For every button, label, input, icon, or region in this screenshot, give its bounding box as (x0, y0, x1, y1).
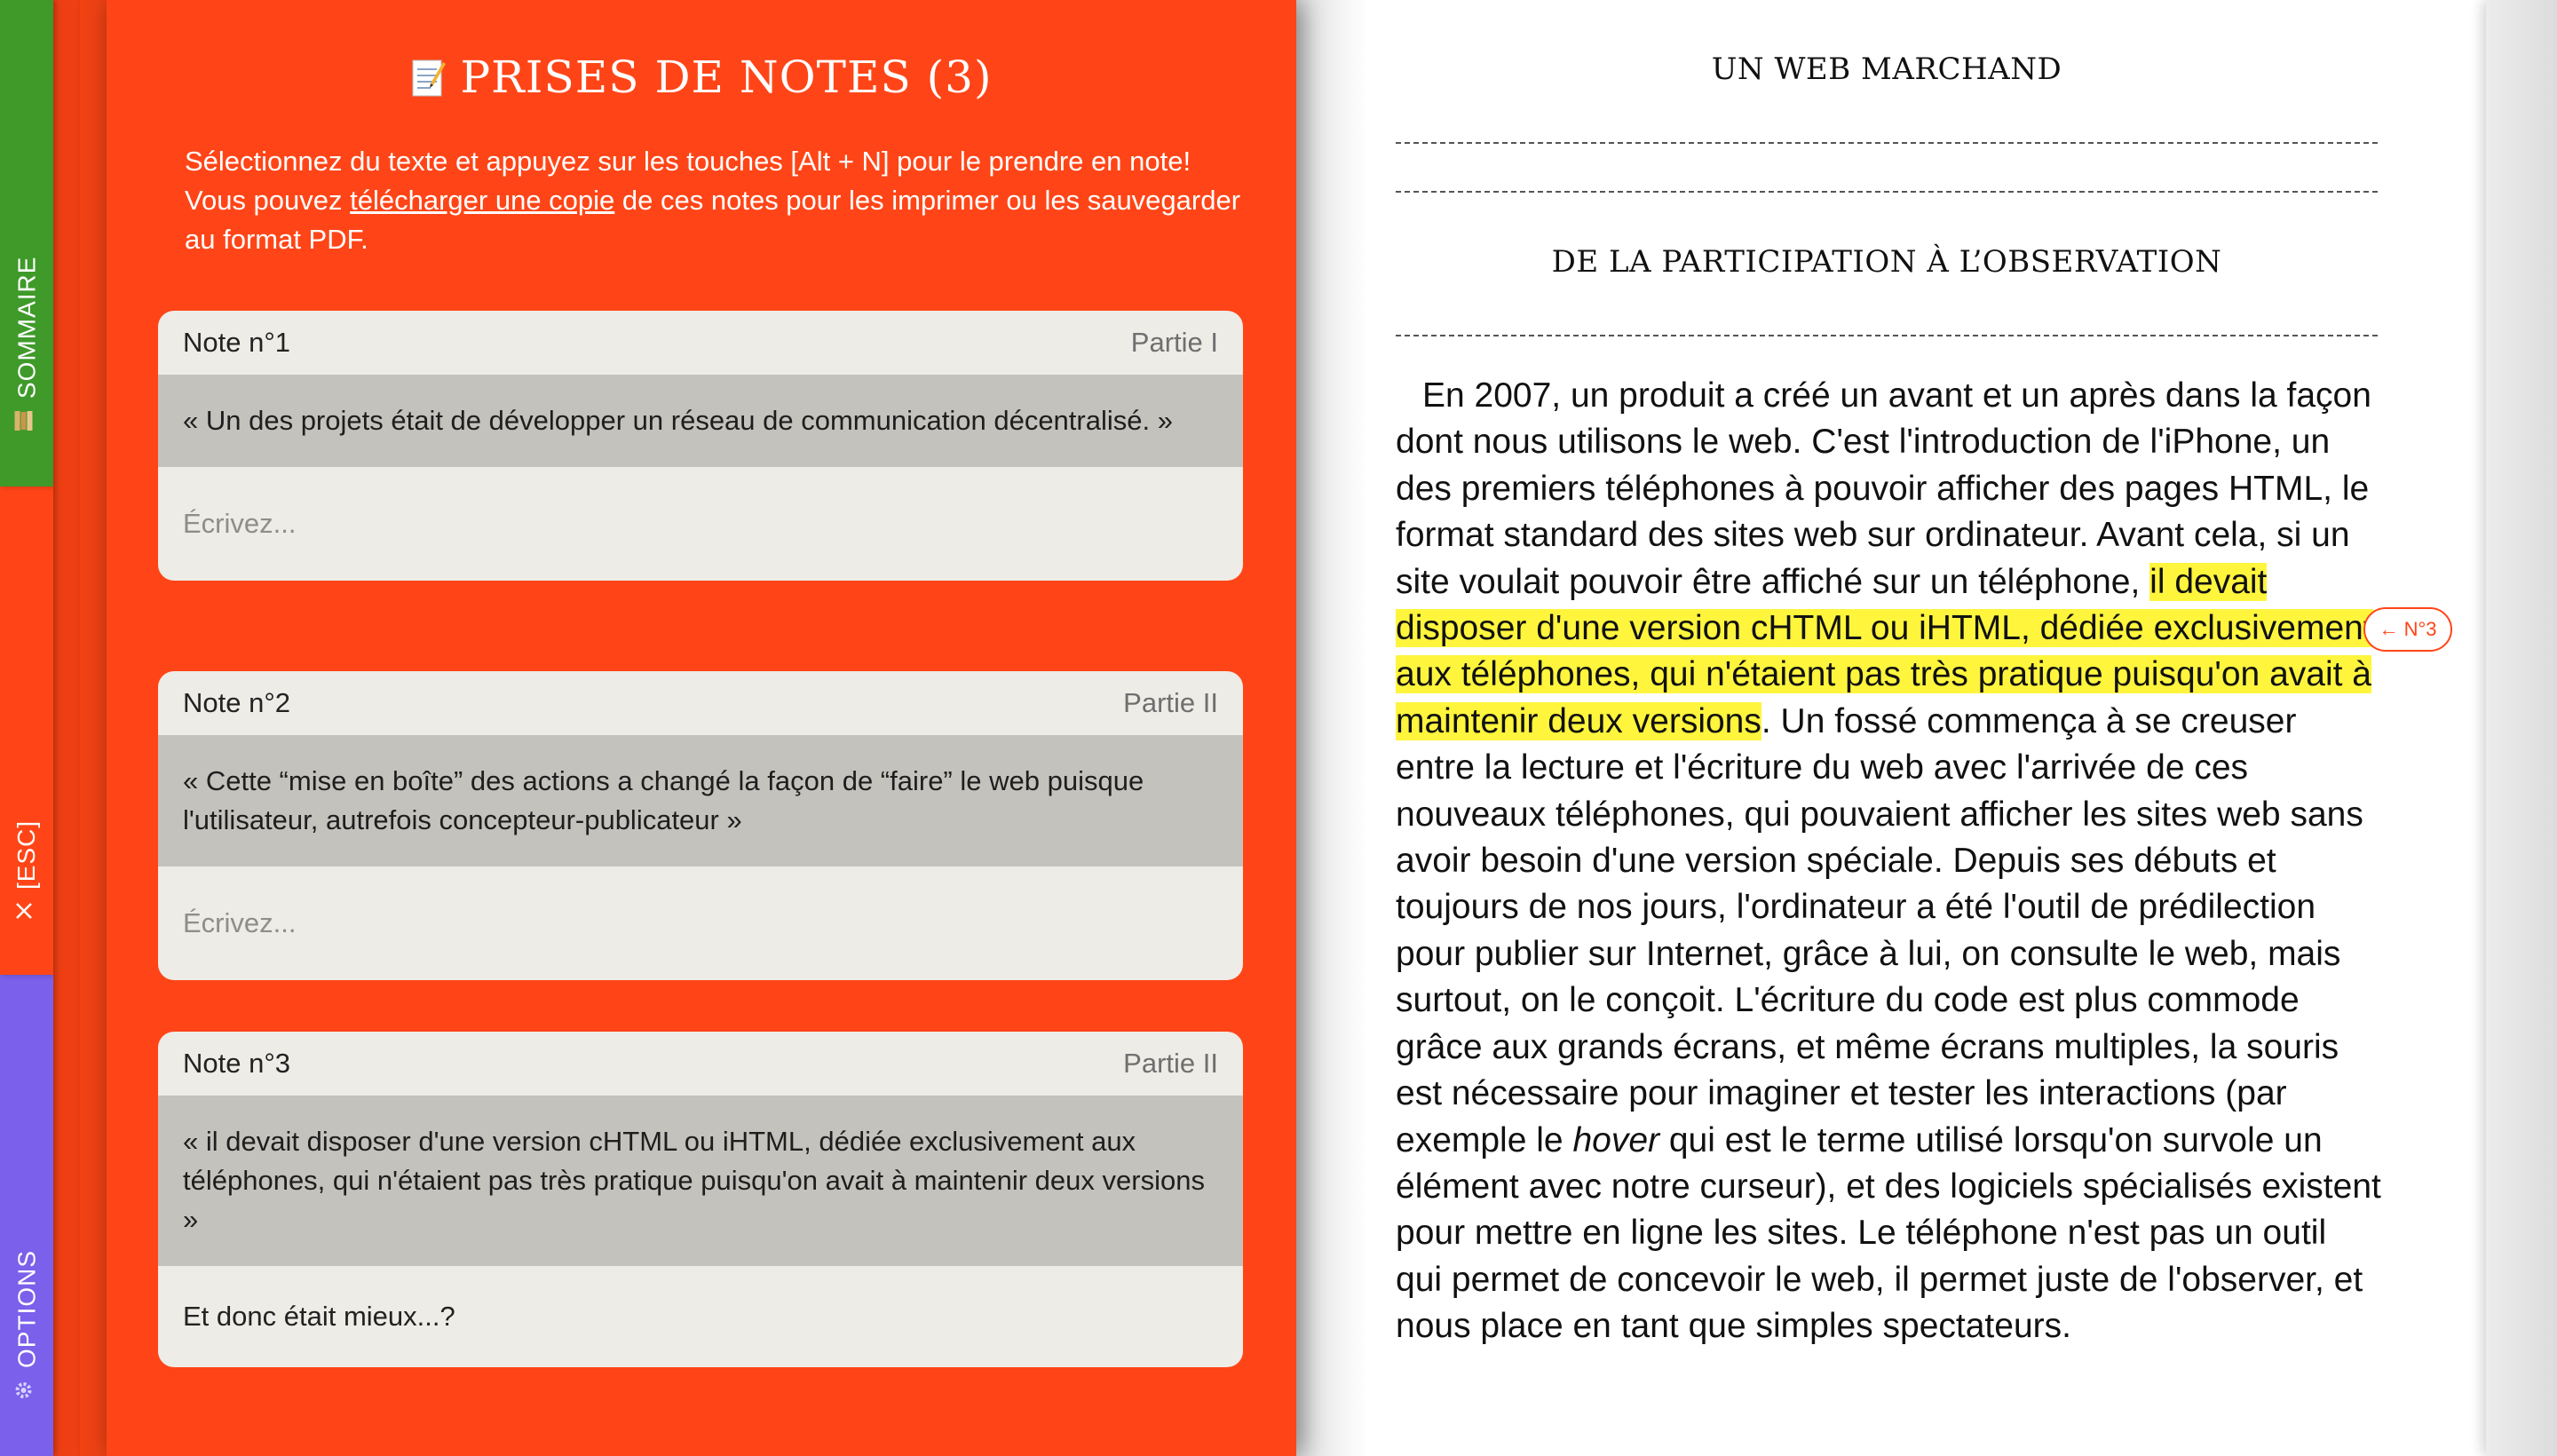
italic-term: hover (1572, 1120, 1659, 1159)
body-paragraph[interactable]: En 2007, un produit a créé un avant et u… (1396, 373, 2381, 1350)
note-number: Note n°3 (183, 1048, 290, 1079)
notes-intro: Sélectionnez du texte et appuyez sur les… (185, 142, 1250, 259)
note-card: Note n°2 Partie II « Cette “mise en boît… (158, 671, 1243, 980)
note-comment-input[interactable] (158, 467, 1243, 581)
note-number: Note n°2 (183, 687, 290, 718)
note-comment-input[interactable] (158, 1266, 1243, 1367)
paragraph-text: . Un fossé commença à se creuser entre l… (1396, 701, 2363, 1159)
sidebar-tab-sommaire[interactable]: SOMMAIRE (0, 0, 53, 487)
sidebar-tab-label: OPTIONS (12, 1249, 40, 1368)
note-quote: « Un des projets était de développer un … (158, 375, 1243, 467)
notes-title-text: PRISES DE NOTES (3) (460, 51, 993, 103)
memo-icon (411, 57, 447, 98)
note-header: Note n°2 Partie II (158, 671, 1243, 735)
notes-title: PRISES DE NOTES (3) (107, 51, 1296, 103)
download-copy-link[interactable]: télécharger une copie (350, 185, 614, 216)
divider (1396, 142, 2378, 144)
note-header: Note n°3 Partie II (158, 1032, 1243, 1096)
close-icon (12, 900, 41, 922)
note-part: Partie I (1130, 327, 1218, 358)
divider (1396, 191, 2378, 193)
sidebar-tab-label: [ESC] (12, 819, 40, 890)
notes-panel: PRISES DE NOTES (3) Sélectionnez du text… (107, 0, 1296, 1456)
book-stack-icon (12, 409, 42, 432)
note-card: Note n°1 Partie I « Un des projets était… (158, 311, 1243, 581)
note-quote: « Cette “mise en boîte” des actions a ch… (158, 735, 1243, 866)
running-head: UN WEB MARCHAND (1711, 51, 2062, 87)
sidebar-tab-options[interactable]: OPTIONS (0, 975, 53, 1456)
note-card: Note n°3 Partie II « il devait disposer … (158, 1032, 1243, 1367)
section-title: DE LA PARTICIPATION À L’OBSERVATION (1551, 244, 2222, 280)
divider (1396, 335, 2378, 336)
note-part: Partie II (1123, 687, 1218, 718)
note-reference-badge[interactable]: ← N°3 (2363, 607, 2452, 652)
note-number: Note n°1 (183, 327, 290, 358)
sidebar-tab-label: SOMMAIRE (12, 256, 40, 399)
close-notes-button[interactable]: [ESC] (0, 487, 53, 975)
note-comment-input[interactable] (158, 866, 1243, 980)
note-header: Note n°1 Partie I (158, 311, 1243, 375)
panel-layer-edge (80, 0, 107, 1456)
gear-icon (12, 1379, 42, 1402)
panel-layer-edge (53, 0, 80, 1456)
page-edge (2486, 0, 2557, 1456)
note-part: Partie II (1123, 1048, 1218, 1079)
note-quote: « il devait disposer d'une version cHTML… (158, 1096, 1243, 1266)
